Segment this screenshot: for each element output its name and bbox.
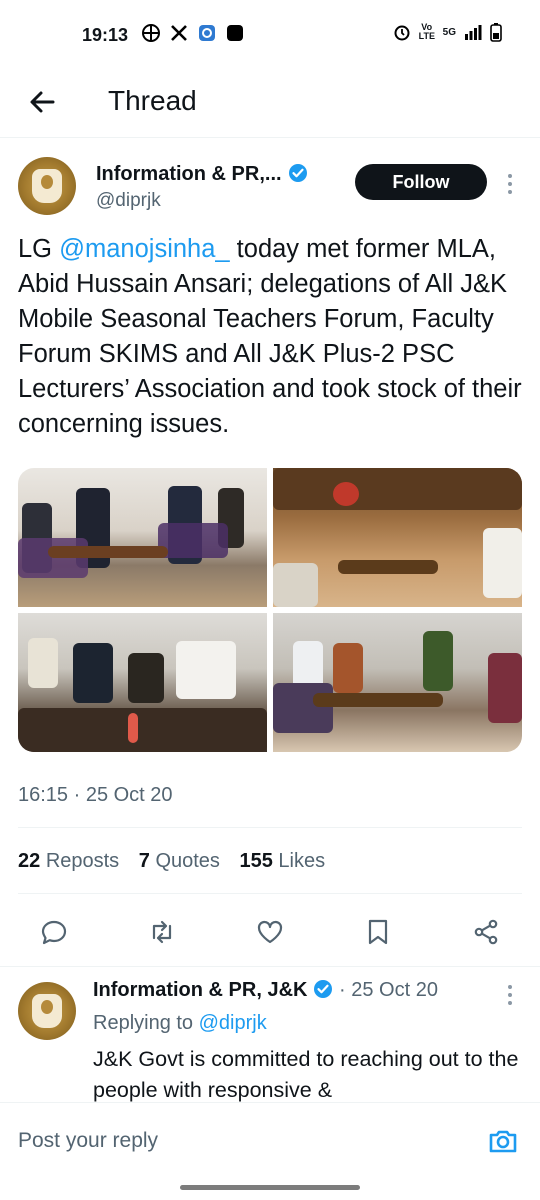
reply-avatar[interactable] — [18, 982, 76, 1040]
photo-1[interactable] — [18, 468, 267, 607]
quotes-label: Quotes — [155, 850, 220, 872]
author-name-text: Information & PR,... — [96, 163, 282, 185]
status-notification-icons — [142, 24, 244, 42]
square-icon — [227, 25, 243, 41]
alarm-icon — [394, 25, 410, 41]
emblem-icon — [32, 994, 62, 1028]
network-type-label: 5G — [442, 26, 456, 38]
author-handle[interactable]: @diprjk — [96, 190, 161, 212]
reply-text: J&K Govt is committed to reaching out to… — [93, 1047, 519, 1102]
divider — [18, 827, 522, 828]
follow-button[interactable]: Follow — [355, 164, 487, 200]
status-bar: 19:13 Vo LTE 5G — [0, 0, 540, 72]
emblem-icon — [32, 169, 62, 203]
tweet-actions — [0, 908, 540, 952]
page-title: Thread — [108, 85, 197, 116]
avatar[interactable] — [18, 157, 76, 215]
tweet-timestamp[interactable]: 16:15 · 25 Oct 20 — [18, 784, 173, 807]
photo-2[interactable] — [273, 468, 522, 607]
like-icon[interactable] — [256, 918, 284, 946]
top-app-bar: Thread — [0, 72, 540, 138]
reply-composer[interactable]: Post your reply — [0, 1102, 540, 1178]
reply-icon[interactable] — [40, 918, 68, 946]
likes-stat[interactable]: 155 Likes — [239, 850, 325, 872]
author-name[interactable]: Information & PR,... — [96, 163, 308, 186]
grid-icon — [142, 24, 160, 42]
likes-label: Likes — [278, 850, 326, 872]
app-icon — [199, 25, 215, 41]
tweet-stats: 22 Reposts 7 Quotes 155 Likes — [18, 850, 339, 873]
reply-header: Information & PR, J&K · 25 Oct 20 — [93, 979, 438, 1002]
status-time: 19:13 — [82, 25, 129, 45]
replying-prefix: Replying to — [93, 1012, 199, 1034]
mention-link[interactable]: @manojsinha_ — [59, 235, 229, 263]
photo-3[interactable] — [18, 613, 267, 752]
status-system-icons: Vo LTE 5G — [393, 22, 502, 42]
divider — [0, 966, 540, 967]
home-indicator[interactable] — [180, 1185, 360, 1190]
photo-grid — [18, 468, 522, 752]
volte-icon: Vo LTE — [418, 22, 435, 41]
reply-author-name[interactable]: Information & PR, J&K — [93, 979, 307, 1001]
more-options-icon[interactable] — [507, 173, 513, 195]
quotes-stat[interactable]: 7 Quotes — [139, 850, 220, 872]
5g-signal-icon — [465, 25, 482, 40]
tweet-text-prefix: LG — [18, 235, 60, 263]
photo-4[interactable] — [273, 613, 522, 752]
verified-badge-icon — [288, 164, 307, 182]
x-logo-icon — [171, 25, 187, 41]
battery-icon — [490, 23, 502, 42]
reply-input[interactable]: Post your reply — [18, 1129, 158, 1153]
main-tweet-header: Information & PR,... @diprjk Follow — [0, 150, 540, 220]
more-options-icon[interactable] — [507, 984, 513, 1006]
quotes-count: 7 — [138, 850, 150, 872]
arrow-left-icon[interactable] — [26, 86, 58, 118]
likes-count: 155 — [239, 850, 273, 872]
camera-icon[interactable] — [487, 1125, 519, 1157]
replying-handle-link[interactable]: @diprjk — [199, 1012, 267, 1034]
bookmark-icon[interactable] — [364, 918, 392, 946]
reply-date: · 25 Oct 20 — [333, 979, 438, 1001]
reposts-label: Reposts — [45, 850, 120, 872]
verified-badge-icon — [314, 980, 333, 998]
tweet-text: LG @manojsinha_ today met former MLA, Ab… — [18, 232, 523, 442]
divider — [18, 893, 522, 894]
replying-to: Replying to @diprjk — [93, 1012, 267, 1035]
tweet-text-body: today met former MLA, Abid Hussain Ansar… — [18, 235, 522, 438]
reposts-stat[interactable]: 22 Reposts — [18, 850, 119, 872]
reposts-count: 22 — [18, 850, 41, 872]
repost-icon[interactable] — [148, 918, 176, 946]
share-icon[interactable] — [472, 918, 500, 946]
